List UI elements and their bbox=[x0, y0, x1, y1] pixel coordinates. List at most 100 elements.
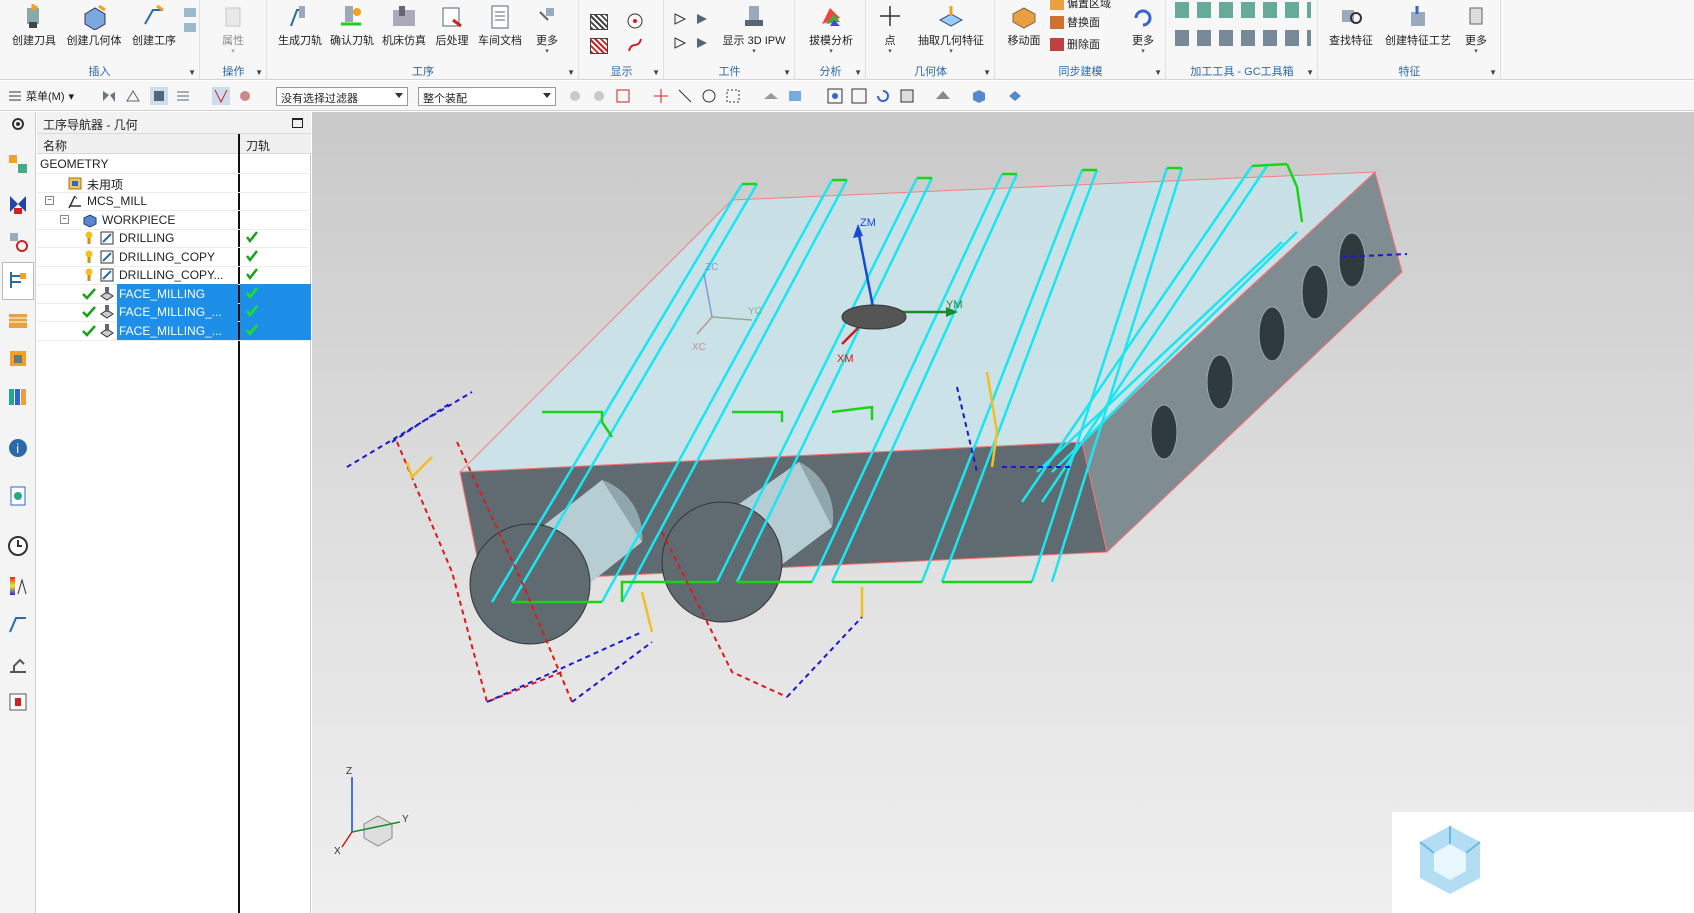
operation-group-dropdown[interactable]: ▼ bbox=[567, 68, 575, 77]
postprocess-button[interactable]: 后处理 bbox=[432, 0, 472, 62]
view-icon-2[interactable] bbox=[124, 87, 142, 105]
tree-row-5[interactable]: DRILLING_COPY bbox=[37, 247, 311, 267]
type-filter-select[interactable]: 没有选择过滤器 bbox=[276, 87, 408, 106]
analysis-group-dropdown[interactable]: ▼ bbox=[854, 68, 862, 77]
render-style-icon[interactable] bbox=[934, 87, 952, 105]
tree-row-4[interactable]: DRILLING bbox=[37, 228, 311, 248]
tree-row-9[interactable]: FACE_MILLING_... bbox=[37, 320, 311, 341]
view-zoom-icon[interactable] bbox=[850, 87, 868, 105]
color-palette-icon[interactable] bbox=[6, 574, 30, 598]
tree-row-3[interactable]: − WORKPIECE bbox=[37, 210, 311, 230]
create-tool-button[interactable]: 创建刀具 bbox=[8, 0, 60, 62]
view-rotate-icon[interactable] bbox=[874, 87, 892, 105]
machine-navigator-icon[interactable] bbox=[6, 308, 30, 332]
snap-icon-5[interactable] bbox=[676, 87, 694, 105]
features-more-button[interactable]: 更多 ▾ bbox=[1459, 0, 1493, 62]
snap-icon-1[interactable] bbox=[566, 87, 584, 105]
display-curve-icon[interactable] bbox=[626, 36, 644, 54]
snap-icon-4[interactable] bbox=[652, 87, 670, 105]
part-navigator-icon[interactable] bbox=[6, 230, 30, 254]
workpiece-small-icon-1[interactable] bbox=[673, 12, 689, 26]
constraint-navigator-icon[interactable] bbox=[6, 192, 30, 216]
reuse-library-icon[interactable] bbox=[6, 384, 30, 408]
column-path-header[interactable]: 刀轨 bbox=[246, 137, 270, 154]
snap-icon-6[interactable] bbox=[700, 87, 718, 105]
history-clock-icon[interactable] bbox=[6, 534, 30, 558]
geometry-group-dropdown[interactable]: ▼ bbox=[983, 68, 991, 77]
tree-row-2[interactable]: − MCS_MILL bbox=[37, 191, 311, 211]
collapse-icon[interactable]: − bbox=[60, 214, 69, 224]
tree-row-7[interactable]: FACE_MILLING bbox=[37, 283, 311, 304]
create-geometry-button[interactable]: 创建几何体 bbox=[64, 0, 124, 62]
sync-group-dropdown[interactable]: ▼ bbox=[1154, 68, 1162, 77]
machine-sim-button[interactable]: 机床仿真 bbox=[380, 0, 428, 62]
offset-region-button[interactable]: 偏置区域 bbox=[1050, 0, 1111, 11]
create-feature-process-button[interactable]: 创建特征工艺 bbox=[1381, 0, 1455, 62]
draft-analysis-button[interactable]: 拔模分析 ▾ bbox=[802, 0, 860, 62]
snap-icon-9[interactable] bbox=[786, 87, 804, 105]
view-orient-icon[interactable] bbox=[898, 87, 916, 105]
point-button[interactable]: 点 ▾ bbox=[875, 0, 905, 62]
move-face-button[interactable]: 移动面 bbox=[1002, 0, 1046, 62]
show-3d-ipw-button[interactable]: 显示 3D IPW ▾ bbox=[719, 0, 789, 62]
display-toggle-2[interactable] bbox=[590, 38, 608, 54]
tree-row-1[interactable]: 未用项 bbox=[37, 173, 311, 193]
view-orientation-triad[interactable]: Z Y X bbox=[334, 766, 409, 857]
menu-button[interactable]: 菜单(M) ▾ bbox=[8, 88, 74, 104]
gc-group-dropdown[interactable]: ▼ bbox=[1306, 68, 1314, 77]
collapse-icon[interactable]: − bbox=[45, 196, 54, 205]
properties-button[interactable]: 属性 ▾ bbox=[215, 0, 251, 62]
roles-icon[interactable] bbox=[6, 690, 30, 714]
operation-more-button[interactable]: 更多 ▾ bbox=[530, 0, 564, 62]
verify-path-button[interactable]: 确认刀轨 bbox=[328, 0, 376, 62]
view-icon-1[interactable] bbox=[100, 87, 118, 105]
shop-doc-button[interactable]: 车间文档 bbox=[476, 0, 524, 62]
show-hide-icon[interactable] bbox=[1006, 87, 1024, 105]
web-browser-icon[interactable] bbox=[6, 484, 30, 508]
snap-icon-3[interactable] bbox=[614, 87, 632, 105]
workpiece-small-icon-4[interactable] bbox=[695, 36, 711, 50]
generate-path-button[interactable]: 生成刀轨 bbox=[276, 0, 324, 62]
gc-icon-row-1[interactable] bbox=[1175, 2, 1311, 18]
actions-group-dropdown[interactable]: ▼ bbox=[255, 68, 263, 77]
create-operation-button[interactable]: 创建工序 bbox=[128, 0, 180, 62]
insert-group-dropdown[interactable]: ▼ bbox=[188, 68, 196, 77]
model-scene[interactable]: ZM YM XM ZC YC XC Z Y X bbox=[312, 112, 1694, 913]
assembly-filter-select[interactable]: 整个装配 bbox=[418, 87, 556, 106]
display-point-icon[interactable] bbox=[626, 12, 644, 30]
display-group-dropdown[interactable]: ▼ bbox=[652, 68, 660, 77]
workpiece-small-icon-2[interactable] bbox=[673, 36, 689, 50]
view-icon-4[interactable] bbox=[174, 87, 192, 105]
delete-face-button[interactable]: 删除面 bbox=[1050, 36, 1100, 52]
insert-extra-icon[interactable] bbox=[184, 8, 196, 38]
view-fit-icon[interactable] bbox=[826, 87, 844, 105]
view-icon-3[interactable] bbox=[150, 87, 168, 105]
column-name-header[interactable]: 名称 bbox=[43, 137, 67, 154]
machine-tool-icon[interactable] bbox=[6, 346, 30, 370]
robot-icon[interactable] bbox=[6, 652, 30, 676]
snap-icon-7[interactable] bbox=[724, 87, 742, 105]
features-group-dropdown[interactable]: ▼ bbox=[1489, 68, 1497, 77]
replace-face-button[interactable]: 替换面 bbox=[1050, 14, 1100, 30]
sync-more-button[interactable]: 更多 ▾ bbox=[1126, 0, 1160, 62]
gc-icon-row-2[interactable] bbox=[1175, 30, 1311, 46]
tree-row-0[interactable]: GEOMETRY bbox=[37, 154, 311, 174]
process-studio-icon[interactable] bbox=[6, 612, 30, 636]
filter-toggle-icon[interactable] bbox=[212, 87, 230, 105]
settings-gear-icon[interactable] bbox=[10, 116, 26, 132]
shaded-icon[interactable] bbox=[970, 87, 988, 105]
find-features-button[interactable]: 查找特征 bbox=[1325, 0, 1377, 62]
tree-row-8[interactable]: FACE_MILLING_... bbox=[37, 302, 311, 322]
filter-options-icon[interactable] bbox=[236, 87, 254, 105]
hd3d-info-icon[interactable]: i bbox=[6, 436, 30, 460]
graphics-window[interactable]: ZM YM XM ZC YC XC Z Y X bbox=[312, 112, 1694, 913]
assembly-navigator-icon[interactable] bbox=[6, 152, 30, 176]
display-toggle-1[interactable] bbox=[590, 14, 608, 30]
operation-navigator-icon[interactable] bbox=[6, 268, 30, 292]
maximize-icon[interactable] bbox=[292, 118, 303, 128]
workpiece-small-icon-3[interactable] bbox=[695, 12, 711, 26]
workpiece-group-dropdown[interactable]: ▼ bbox=[783, 68, 791, 77]
snap-icon-8[interactable] bbox=[762, 87, 780, 105]
snap-icon-2[interactable] bbox=[590, 87, 608, 105]
extract-features-button[interactable]: 抽取几何特征 ▾ bbox=[911, 0, 991, 62]
